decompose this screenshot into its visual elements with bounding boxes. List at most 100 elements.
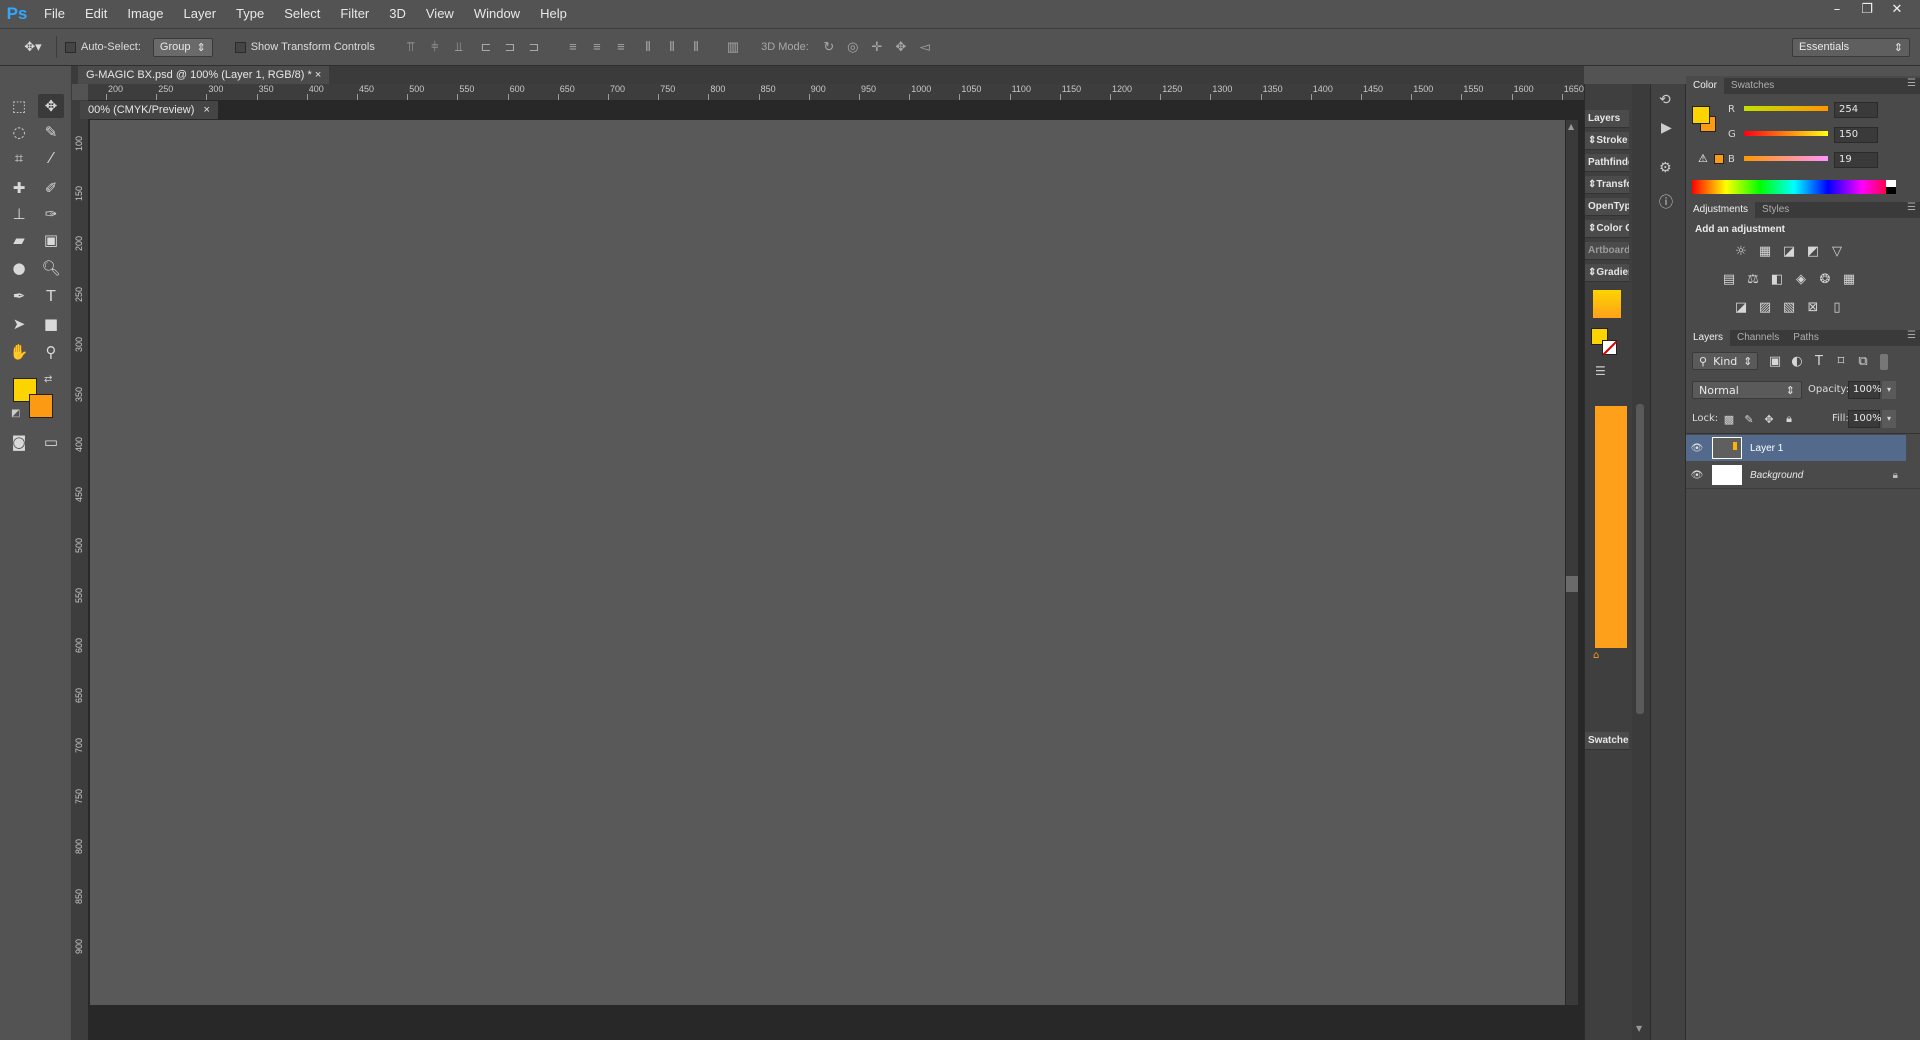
zoom-tool-icon[interactable]: ⚲ <box>38 340 64 364</box>
close-tab-icon[interactable]: × <box>315 69 321 81</box>
dock-tab-artboards[interactable]: Artboards <box>1585 242 1629 260</box>
filter-toggle-switch[interactable] <box>1880 354 1888 370</box>
color-lookup-icon[interactable]: ▦ <box>1840 270 1858 288</box>
lasso-tool-icon[interactable]: ◌ <box>6 120 32 144</box>
panel-menu-icon[interactable]: ☰ <box>1907 202 1920 218</box>
blend-mode-dropdown[interactable]: Normal ⇕ <box>1692 381 1802 399</box>
menu-layer[interactable]: Layer <box>174 0 227 28</box>
menu-image[interactable]: Image <box>117 0 173 28</box>
dock-tab-transform[interactable]: ⇕Transform <box>1585 176 1629 194</box>
visibility-eye-icon[interactable]: 👁︎ <box>1686 470 1708 481</box>
filter-smart-object-icon[interactable]: ⧉ <box>1854 352 1872 370</box>
scroll-down-icon[interactable]: ▼ <box>1636 1024 1642 1033</box>
color-spectrum-bar[interactable] <box>1692 180 1896 194</box>
dock-tab-opentype[interactable]: OpenType <box>1585 198 1629 216</box>
exposure-icon[interactable]: ◩ <box>1804 242 1822 260</box>
dock-scroll-thumb[interactable] <box>1636 404 1644 714</box>
pen-tool-icon[interactable]: ✒ <box>6 284 32 308</box>
fill-dropdown-icon[interactable]: ▾ <box>1882 410 1896 428</box>
crop-tool-icon[interactable]: ⌗ <box>6 146 32 170</box>
align-bottom-icon[interactable]: ⫫ <box>447 39 471 55</box>
distribute-bottom-icon[interactable]: ≡ <box>609 39 633 54</box>
quick-selection-tool-icon[interactable]: ✎ <box>38 120 64 144</box>
opacity-dropdown-icon[interactable]: ▾ <box>1882 381 1896 399</box>
menu-file[interactable]: File <box>34 0 75 28</box>
align-left-icon[interactable]: ⊏ <box>474 39 498 55</box>
black-white-icon[interactable]: ◧ <box>1768 270 1786 288</box>
vertical-scrollbar[interactable]: ▲ <box>1566 120 1578 1005</box>
filter-pixel-icon[interactable]: ▣ <box>1766 352 1784 370</box>
3d-scale-icon[interactable]: ◅ <box>913 39 937 55</box>
fill-field[interactable]: 100% <box>1848 410 1882 428</box>
dock-tab-stroke[interactable]: ⇕Stroke <box>1585 132 1629 150</box>
3d-drag-icon[interactable]: ✛ <box>865 39 889 55</box>
layer-lock-icon[interactable]: 🔒︎ <box>1893 470 1898 481</box>
curves-icon[interactable]: ◪ <box>1780 242 1798 260</box>
dock-tab-layers[interactable]: Layers <box>1585 110 1629 128</box>
layer-row-layer-1[interactable]: 👁︎ Layer 1 <box>1686 435 1906 461</box>
3d-slide-icon[interactable]: ✥ <box>889 39 913 55</box>
g-slider[interactable] <box>1744 131 1828 136</box>
menu-3d[interactable]: 3D <box>379 0 416 28</box>
quick-mask-icon[interactable]: ◙ <box>6 430 32 454</box>
history-panel-icon[interactable]: ⟲ <box>1659 92 1671 108</box>
dodge-tool-icon[interactable]: 🔍︎ <box>38 256 64 280</box>
vibrance-icon[interactable]: ▽ <box>1828 242 1846 260</box>
tab-adjustments[interactable]: Adjustments <box>1686 202 1756 218</box>
lock-all-icon[interactable]: 🔒︎ <box>1780 410 1798 428</box>
distribute-left-icon[interactable]: ⦀ <box>636 39 660 55</box>
tab-swatches[interactable]: Swatches <box>1724 78 1781 94</box>
lock-transparent-icon[interactable]: ▩ <box>1720 410 1738 428</box>
move-tool-preset-icon[interactable]: ✥▾ <box>18 39 48 55</box>
layer-name[interactable]: Background <box>1750 470 1803 481</box>
threshold-icon[interactable]: ▧ <box>1780 298 1798 316</box>
auto-align-icon[interactable]: ▥ <box>721 39 745 55</box>
move-tool-icon[interactable]: ✥ <box>38 94 64 118</box>
brush-tool-icon[interactable]: ✐ <box>38 176 64 200</box>
menu-edit[interactable]: Edit <box>75 0 117 28</box>
marquee-tool-icon[interactable]: ⬚ <box>6 94 32 118</box>
filter-type-icon[interactable]: T <box>1810 352 1828 370</box>
dock-tab-gradient[interactable]: ⇕Gradient <box>1585 264 1629 282</box>
distribute-hcenter-icon[interactable]: ⦀ <box>660 39 684 55</box>
align-right-icon[interactable]: ⊐ <box>522 39 546 55</box>
tab-channels[interactable]: Channels <box>1730 330 1786 346</box>
clone-stamp-tool-icon[interactable]: ⊥ <box>6 202 32 226</box>
r-value-field[interactable]: 254 <box>1834 102 1878 118</box>
gradient-stop-icon[interactable]: ⌂ <box>1593 650 1599 661</box>
default-colors-icon[interactable]: ◩ <box>11 408 20 419</box>
lock-position-icon[interactable]: ✥ <box>1760 410 1778 428</box>
gamut-color-swatch[interactable] <box>1714 154 1724 164</box>
spectrum-white-swatch[interactable] <box>1886 180 1896 187</box>
blur-tool-icon[interactable]: ● <box>6 256 32 280</box>
scrollbar-thumb[interactable] <box>1566 576 1578 592</box>
gradient-stroke-none-icon[interactable] <box>1602 340 1618 356</box>
menu-help[interactable]: Help <box>530 0 577 28</box>
invert-icon[interactable]: ◪ <box>1732 298 1750 316</box>
history-brush-tool-icon[interactable]: ✑ <box>38 202 64 226</box>
align-top-icon[interactable]: ⫪ <box>399 39 423 55</box>
auto-select-dropdown[interactable]: Group ⇕ <box>152 37 213 57</box>
panel-menu-icon[interactable]: ☰ <box>1907 78 1920 94</box>
rectangle-tool-icon[interactable]: ■ <box>38 312 64 336</box>
dock-tab-swatches[interactable]: Swatches <box>1585 732 1629 750</box>
scroll-up-icon[interactable]: ▲ <box>1568 122 1574 131</box>
show-transform-checkbox[interactable] <box>234 41 246 53</box>
tab-paths[interactable]: Paths <box>1786 330 1826 346</box>
layer-row-background[interactable]: 👁︎ Background 🔒︎ <box>1686 462 1906 488</box>
lock-pixels-icon[interactable]: ✎ <box>1740 410 1758 428</box>
filter-shape-icon[interactable]: ⌑ <box>1832 352 1850 370</box>
layer-filter-kind-dropdown[interactable]: ⚲ Kind ⇕ <box>1692 352 1758 370</box>
menu-type[interactable]: Type <box>226 0 274 28</box>
color-foreground-swatch[interactable] <box>1692 106 1710 124</box>
r-slider[interactable] <box>1744 106 1828 111</box>
gradient-bar[interactable] <box>1595 406 1627 648</box>
document-tab-gmagic[interactable]: G-MAGIC BX.psd @ 100% (Layer 1, RGB/8) *… <box>78 66 330 84</box>
restore-button[interactable]: ❐ <box>1852 0 1882 18</box>
hue-saturation-icon[interactable]: ▤ <box>1720 270 1738 288</box>
spectrum-black-swatch[interactable] <box>1886 187 1896 194</box>
gradient-map-icon[interactable]: ▯ <box>1828 298 1846 316</box>
close-tab-icon[interactable]: × <box>204 104 210 116</box>
brightness-contrast-icon[interactable]: ☼ <box>1732 242 1750 260</box>
g-value-field[interactable]: 150 <box>1834 127 1878 143</box>
